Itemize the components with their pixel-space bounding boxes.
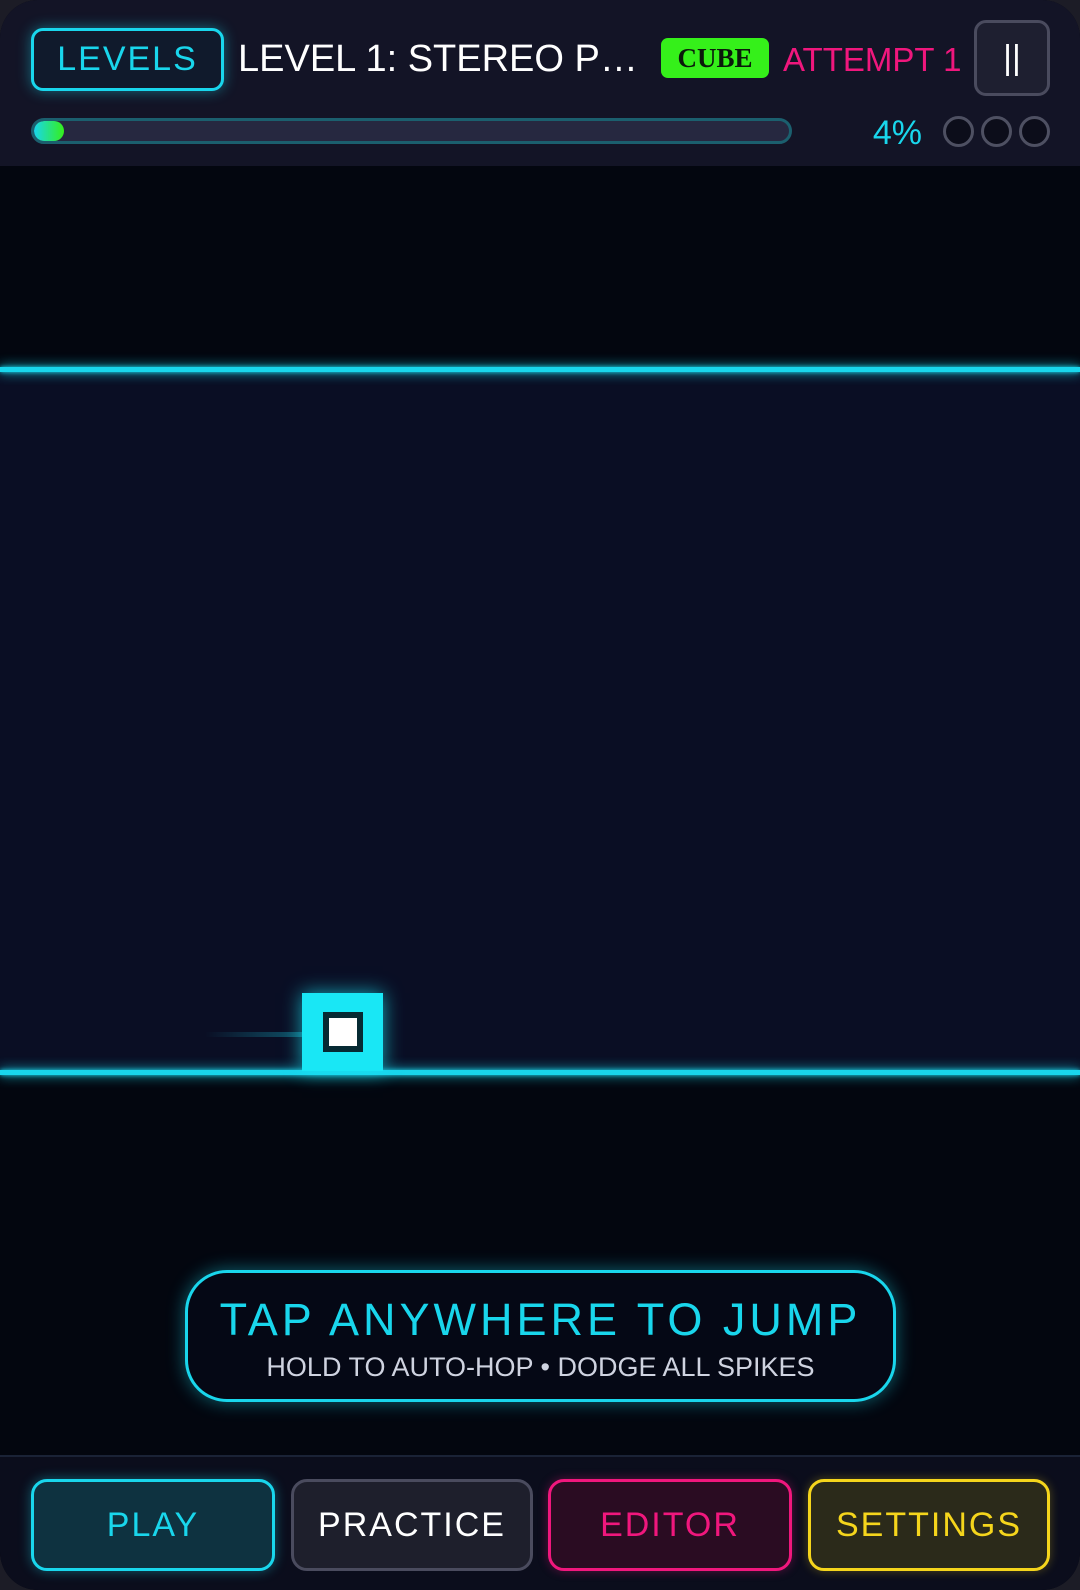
coin-slot-icon bbox=[981, 116, 1012, 147]
mode-badge: CUBE bbox=[661, 38, 769, 78]
top-hud: LEVELS LEVEL 1: STEREO P… CUBE ATTEMPT 1… bbox=[0, 0, 1080, 166]
player-cube-core bbox=[322, 1012, 363, 1052]
pause-icon: || bbox=[1003, 38, 1021, 77]
levels-button[interactable]: LEVELS bbox=[31, 28, 224, 91]
hint-subtitle: HOLD TO AUTO-HOP • DODGE ALL SPIKES bbox=[266, 1352, 815, 1382]
hint-title: TAP ANYWHERE TO JUMP bbox=[219, 1294, 862, 1345]
progress-percent: 4% bbox=[872, 114, 922, 152]
player-cube-icon bbox=[302, 993, 383, 1071]
ceiling-line bbox=[0, 367, 1080, 372]
level-title: LEVEL 1: STEREO P… bbox=[238, 38, 638, 80]
attempt-counter: ATTEMPT 1 bbox=[783, 41, 962, 78]
player-trail bbox=[205, 1032, 305, 1037]
ground-line bbox=[0, 1070, 1080, 1075]
play-button[interactable]: PLAY bbox=[31, 1479, 275, 1571]
play-lane bbox=[0, 368, 1080, 1072]
coin-slot-icon bbox=[943, 116, 974, 147]
level-progress-bar bbox=[31, 118, 792, 144]
jump-hint-panel: TAP ANYWHERE TO JUMP HOLD TO AUTO-HOP • … bbox=[185, 1270, 896, 1402]
practice-button[interactable]: PRACTICE bbox=[291, 1479, 533, 1571]
coin-tracker bbox=[943, 116, 1050, 148]
bottom-nav: PLAY PRACTICE EDITOR SETTINGS bbox=[0, 1455, 1080, 1590]
coin-slot-icon bbox=[1019, 116, 1050, 147]
pause-button[interactable]: || bbox=[974, 20, 1050, 96]
settings-button[interactable]: SETTINGS bbox=[808, 1479, 1050, 1571]
editor-button[interactable]: EDITOR bbox=[548, 1479, 792, 1571]
level-progress-fill bbox=[34, 121, 65, 141]
game-screen[interactable]: LEVELS LEVEL 1: STEREO P… CUBE ATTEMPT 1… bbox=[0, 0, 1080, 1590]
